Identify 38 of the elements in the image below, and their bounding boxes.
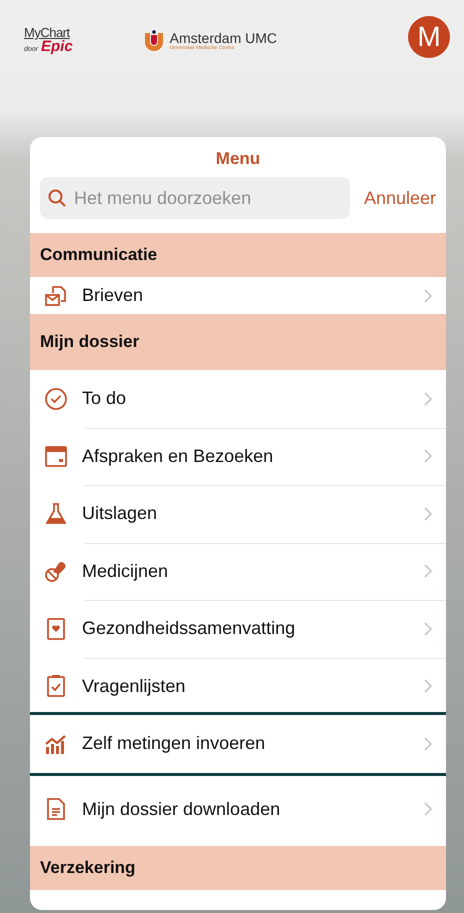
avatar[interactable]: M xyxy=(408,16,450,58)
cancel-button[interactable]: Annuleer xyxy=(364,188,436,208)
section-header: Verzekering xyxy=(30,846,446,890)
chevron-right-icon xyxy=(424,736,432,751)
menu-item[interactable]: Uitslagen xyxy=(30,485,446,542)
menu-item[interactable]: Afspraken en Bezoeken xyxy=(30,428,446,485)
menu-item[interactable]: Medicijnen xyxy=(30,542,446,600)
chevron-right-icon xyxy=(424,802,432,816)
section-header: Mijn dossier xyxy=(30,314,446,370)
search-icon xyxy=(48,189,66,207)
heart-document-icon xyxy=(44,616,68,641)
flask-icon xyxy=(44,502,68,526)
chevron-right-icon xyxy=(424,449,432,464)
chevron-right-icon xyxy=(424,564,432,578)
menu-item[interactable]: Brieven xyxy=(30,277,446,314)
menu-item[interactable]: To do xyxy=(30,370,446,428)
tulip-logo-icon xyxy=(144,30,164,52)
letter-icon xyxy=(44,284,68,308)
search-input[interactable]: Het menu doorzoeken xyxy=(72,186,342,210)
highlighted-menu-item[interactable]: Zelf metingen invoeren xyxy=(30,715,446,772)
section-header: Communicatie xyxy=(30,233,446,277)
clipboard-check-icon xyxy=(44,674,68,698)
search-field[interactable]: Het menu doorzoeken xyxy=(40,177,350,219)
chevron-right-icon xyxy=(424,392,432,406)
menu-title: Menu xyxy=(214,148,262,170)
chevron-right-icon xyxy=(424,506,432,521)
menu-item[interactable]: Mijn dossier downloaden xyxy=(30,772,446,846)
document-icon xyxy=(44,797,68,821)
chevron-right-icon xyxy=(424,288,432,302)
menu-item[interactable]: Vragenlijsten xyxy=(30,658,446,715)
vendor-logo: Epic xyxy=(41,39,73,54)
chevron-right-icon xyxy=(424,679,432,694)
brand-name: MyChart xyxy=(24,26,71,39)
calendar-icon xyxy=(44,444,68,468)
chevron-right-icon xyxy=(424,622,432,636)
menu-item[interactable]: Gezondheidssamenvatting xyxy=(30,600,446,658)
hospital-name: Amsterdam UMC xyxy=(170,30,278,46)
clock-check-icon xyxy=(44,386,68,411)
